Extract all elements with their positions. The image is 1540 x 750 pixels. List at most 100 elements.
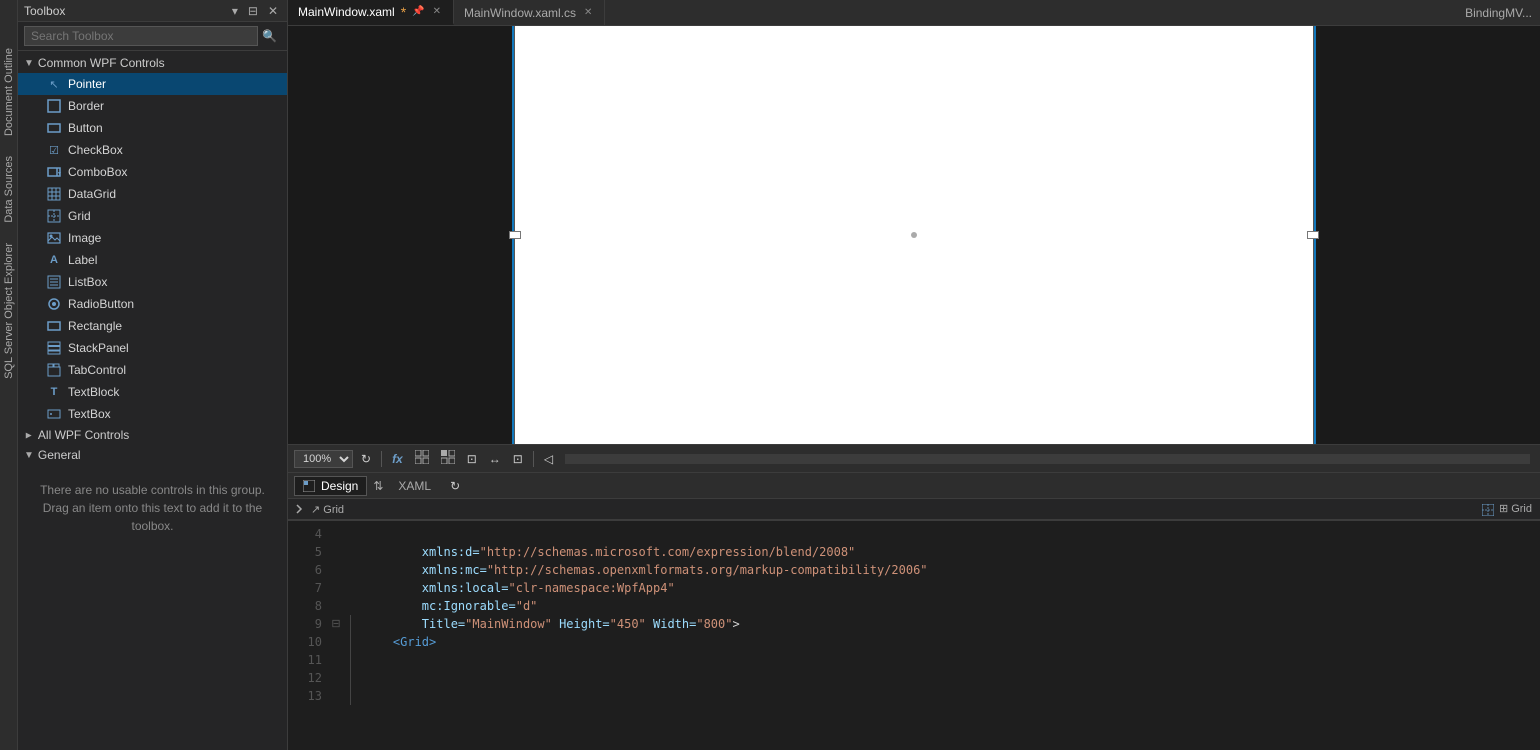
snap-lines-icon[interactable] (437, 448, 459, 469)
center-dot (911, 232, 917, 238)
toolbox-item-image[interactable]: Image (18, 227, 287, 249)
toolbox-pin-icon[interactable]: ▾ (229, 3, 241, 19)
toolbox-item-grid[interactable]: Grid (18, 205, 287, 227)
fold-button-9[interactable]: ⊟ (328, 615, 344, 633)
toolbox-item-border[interactable]: Border (18, 95, 287, 117)
toolbox-item-pointer[interactable]: ↖ Pointer (18, 73, 287, 95)
fold-indicators: ⊟ (328, 521, 344, 750)
bottom-toolbar: 100% 50% 200% ↻ fx ⊡ ↔ ⊡ ◁ (288, 444, 1540, 472)
view-switch-bar: Design ⇅ XAML ↻ (288, 472, 1540, 498)
design-canvas[interactable] (515, 26, 1313, 444)
toolbox-item-textblock[interactable]: T TextBlock (18, 381, 287, 403)
tab-pin-icon[interactable]: 📌 (412, 6, 424, 17)
toolbox-item-label: Label (68, 253, 97, 267)
svg-text:▾: ▾ (58, 171, 61, 177)
combobox-icon: ▾ (46, 164, 62, 180)
tabs-right-area: BindingMV... (1457, 0, 1540, 25)
toolbox-title: Toolbox (24, 4, 65, 18)
category-general[interactable]: ▼ General (18, 445, 287, 465)
right-panel-label[interactable]: BindingMV... (1465, 6, 1532, 20)
tab-label: MainWindow.xaml.cs (464, 6, 576, 20)
category-common-wpf[interactable]: ▼ Common WPF Controls (18, 53, 287, 73)
toolbox-item-label: Pointer (68, 77, 106, 91)
toolbox-item-label: TextBlock (68, 385, 119, 399)
handle-left-center[interactable] (509, 231, 521, 239)
tab-mainwindow-cs[interactable]: MainWindow.xaml.cs ✕ (454, 0, 605, 25)
textblock-icon: T (46, 384, 62, 400)
code-text-area[interactable]: xmlns:d="http://schemas.microsoft.com/ex… (356, 521, 1540, 750)
toolbox-item-label[interactable]: A Label (18, 249, 287, 271)
align-icon[interactable]: ⊡ (463, 450, 481, 468)
category-arrow-common: ▼ (24, 58, 34, 69)
toolbox-item-label: Rectangle (68, 319, 122, 333)
design-view-button[interactable]: Design (294, 476, 367, 496)
design-label: Design (321, 479, 358, 493)
category-all-wpf[interactable]: ▼ All WPF Controls (18, 425, 287, 445)
toolbox-item-label: Button (68, 121, 103, 135)
toolbox-item-rectangle[interactable]: Rectangle (18, 315, 287, 337)
textbox-icon (46, 406, 62, 422)
tab-modified-indicator: * (401, 4, 406, 20)
expression-fx-icon[interactable]: fx (388, 450, 407, 468)
toolbox-item-label: Border (68, 99, 104, 113)
search-input[interactable] (24, 26, 258, 46)
grid-snap-icon[interactable] (411, 448, 433, 469)
line-numbers: 4 5 6 7 8 9 10 11 12 13 (288, 521, 328, 750)
xaml-view-button[interactable]: XAML (389, 476, 440, 496)
code-content-area: 4 5 6 7 8 9 10 11 12 13 ⊟ (288, 521, 1540, 750)
breadcrumb-grid-left[interactable]: ↗ Grid (296, 503, 344, 516)
sidebar-item-data-sources[interactable]: Data Sources (1, 148, 17, 231)
toolbox-minimize-icon[interactable]: ⊟ (245, 3, 261, 19)
sidebar-item-document-outline[interactable]: Document Outline (1, 40, 17, 144)
code-breadcrumb-bar: ↗ Grid ⊞ Grid (288, 498, 1540, 520)
tabs-bar: MainWindow.xaml * 📌 ✕ MainWindow.xaml.cs… (288, 0, 1540, 26)
view-switch-arrow[interactable]: ⇅ (373, 479, 383, 493)
toolbox-item-label: TextBox (68, 407, 111, 421)
toolbox-item-label: Image (68, 231, 101, 245)
tab-close-icon[interactable]: ✕ (582, 6, 594, 19)
toolbox-item-label: DataGrid (68, 187, 116, 201)
toolbar-separator-1 (381, 451, 382, 467)
toolbox-item-label: ListBox (68, 275, 107, 289)
anchor-all-icon[interactable]: ↔ (485, 450, 505, 468)
refresh-icon[interactable]: ↻ (357, 450, 375, 468)
toolbox-item-stackpanel[interactable]: StackPanel (18, 337, 287, 359)
toolbox-item-radiobutton[interactable]: RadioButton (18, 293, 287, 315)
main-area: MainWindow.xaml * 📌 ✕ MainWindow.xaml.cs… (288, 0, 1540, 750)
tab-spacer (605, 0, 1457, 25)
rectangle-icon (46, 318, 62, 334)
tab-mainwindow-xaml[interactable]: MainWindow.xaml * 📌 ✕ (288, 0, 454, 25)
xaml-code-panel: 4 5 6 7 8 9 10 11 12 13 ⊟ (288, 520, 1540, 750)
toolbox-item-listbox[interactable]: ListBox (18, 271, 287, 293)
grid-icon (46, 208, 62, 224)
toolbox-item-combobox[interactable]: ▾ ComboBox (18, 161, 287, 183)
button-icon (46, 120, 62, 136)
toolbox-close-icon[interactable]: ✕ (265, 3, 281, 19)
fold-lines (344, 521, 356, 750)
toolbox-item-button[interactable]: Button (18, 117, 287, 139)
listbox-icon (46, 274, 62, 290)
toolbox-header: Toolbox ▾ ⊟ ✕ (18, 0, 287, 22)
datagrid-icon (46, 186, 62, 202)
tab-close-icon[interactable]: ✕ (431, 5, 443, 18)
collapse-icon[interactable]: ◁ (540, 450, 557, 468)
xaml-refresh-icon[interactable]: ↻ (446, 477, 464, 495)
sidebar-item-sql-server[interactable]: SQL Server Object Explorer (1, 235, 17, 387)
radiobutton-icon (46, 296, 62, 312)
show-all-icon[interactable]: ⊡ (509, 450, 527, 468)
toolbox-item-tabcontrol[interactable]: TabControl (18, 359, 287, 381)
vertical-tabs-panel: Document Outline Data Sources SQL Server… (0, 0, 18, 750)
search-icon[interactable]: 🔍 (258, 27, 281, 45)
window-container: MainWindow 💡 (514, 26, 1314, 444)
zoom-select[interactable]: 100% 50% 200% (294, 450, 353, 468)
horizontal-scrollbar[interactable] (565, 454, 1530, 464)
category-label-common: Common WPF Controls (38, 56, 165, 70)
tabcontrol-icon (46, 362, 62, 378)
toolbox-item-checkbox[interactable]: ☑ CheckBox (18, 139, 287, 161)
toolbox-item-textbox[interactable]: TextBox (18, 403, 287, 425)
handle-right-center[interactable] (1307, 231, 1319, 239)
toolbox-item-datagrid[interactable]: DataGrid (18, 183, 287, 205)
toolbox-panel: Toolbox ▾ ⊟ ✕ 🔍 ▼ Common WPF Controls ↖ … (18, 0, 288, 750)
toolbox-search-bar: 🔍 (18, 22, 287, 51)
toolbox-item-label: Grid (68, 209, 91, 223)
